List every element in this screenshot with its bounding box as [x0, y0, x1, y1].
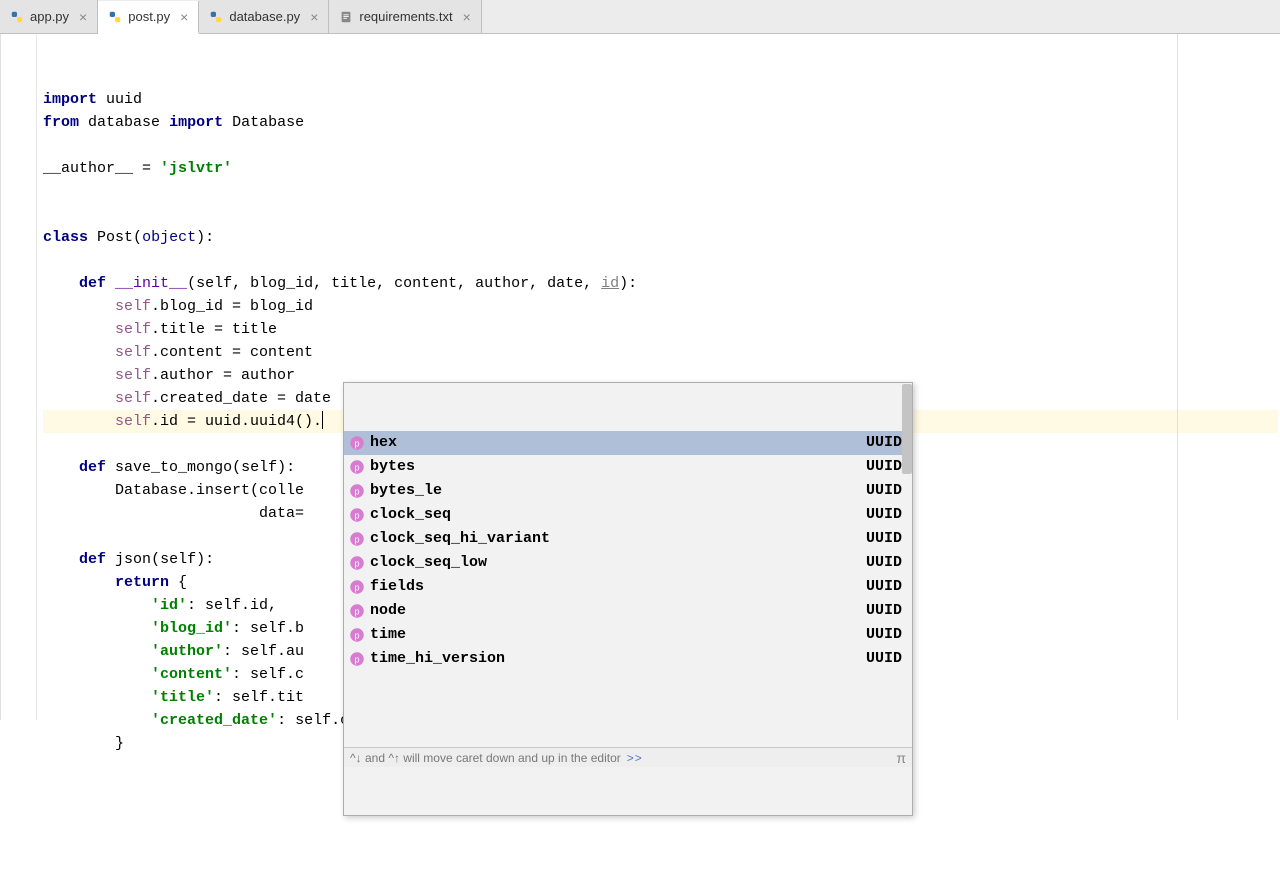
svg-text:p: p [354, 510, 359, 520]
svg-text:p: p [354, 438, 359, 448]
autocomplete-item-type: UUID [866, 599, 902, 623]
autocomplete-item-name: bytes [370, 455, 415, 479]
kw-from: from [43, 114, 79, 131]
autocomplete-item-name: time_low [370, 671, 442, 675]
close-icon[interactable]: × [180, 9, 188, 25]
hint-text: ^↓ and ^↑ will move caret down and up in… [350, 746, 621, 770]
autocomplete-item-type: UUID [866, 431, 902, 455]
autocomplete-item-type: UUID [866, 551, 902, 575]
property-icon: p [348, 482, 366, 500]
autocomplete-item[interactable]: p time_low UUID [344, 671, 912, 675]
cls-database: Database [232, 114, 304, 131]
builtin-object: object [142, 229, 196, 246]
property-icon: p [348, 626, 366, 644]
property-icon: p [348, 506, 366, 524]
autocomplete-item-name: clock_seq_low [370, 551, 487, 575]
python-file-icon [209, 10, 223, 24]
text-file-icon [339, 10, 353, 24]
tab-database-py[interactable]: database.py × [199, 0, 329, 33]
autocomplete-item-name: clock_seq [370, 503, 451, 527]
property-icon: p [348, 578, 366, 596]
property-icon: p [348, 650, 366, 668]
autocomplete-item-name: time [370, 623, 406, 647]
autocomplete-item-type: UUID [866, 479, 902, 503]
autocomplete-item[interactable]: p time UUID [344, 623, 912, 647]
code-editor[interactable]: import uuid from database import Databas… [37, 34, 1280, 720]
autocomplete-item[interactable]: p time_hi_version UUID [344, 647, 912, 671]
autocomplete-scrollbar[interactable] [902, 384, 912, 474]
tab-label: app.py [30, 9, 69, 24]
tab-label: requirements.txt [359, 9, 452, 24]
mod-database: database [88, 114, 160, 131]
autocomplete-item[interactable]: p bytes_le UUID [344, 479, 912, 503]
tab-label: post.py [128, 9, 170, 24]
svg-text:p: p [354, 534, 359, 544]
autocomplete-item-type: UUID [866, 575, 902, 599]
autocomplete-item-name: node [370, 599, 406, 623]
svg-text:p: p [354, 630, 359, 640]
autocomplete-item-type: UUID [866, 527, 902, 551]
close-icon[interactable]: × [463, 9, 471, 25]
kw-def: def [79, 275, 106, 292]
autocomplete-item-name: bytes_le [370, 479, 442, 503]
property-icon: p [348, 434, 366, 452]
tab-requirements-txt[interactable]: requirements.txt × [329, 0, 481, 33]
svg-text:p: p [354, 582, 359, 592]
autocomplete-item-type: UUID [866, 623, 902, 647]
svg-text:p: p [354, 558, 359, 568]
kw-class: class [43, 229, 88, 246]
right-margin-guide [1177, 34, 1178, 720]
autocomplete-item[interactable]: p hex UUID [344, 431, 912, 455]
property-icon: p [348, 530, 366, 548]
autocomplete-item-type: UUID [866, 671, 902, 675]
tab-post-py[interactable]: post.py × [98, 1, 199, 34]
property-icon: p [348, 674, 366, 675]
autocomplete-item[interactable]: p clock_seq_hi_variant UUID [344, 527, 912, 551]
autocomplete-item[interactable]: p fields UUID [344, 575, 912, 599]
hint-more-link[interactable]: >> [627, 746, 643, 770]
tab-app-py[interactable]: app.py × [0, 0, 98, 33]
svg-text:p: p [354, 486, 359, 496]
python-file-icon [10, 10, 24, 24]
pi-icon[interactable]: π [896, 746, 906, 770]
str-author: 'jslvtr' [160, 160, 232, 177]
autocomplete-item-name: fields [370, 575, 424, 599]
autocomplete-popup: p hex UUID p bytes UUID p bytes_le UUID p clock_se… [343, 382, 913, 816]
autocomplete-hint: ^↓ and ^↑ will move caret down and up in… [344, 747, 912, 767]
close-icon[interactable]: × [79, 9, 87, 25]
svg-text:p: p [354, 606, 359, 616]
svg-text:p: p [354, 462, 359, 472]
autocomplete-item-type: UUID [866, 455, 902, 479]
autocomplete-item-name: time_hi_version [370, 647, 505, 671]
autocomplete-list[interactable]: p hex UUID p bytes UUID p bytes_le UUID p clock_se… [344, 431, 912, 675]
editor-tab-bar: app.py × post.py × database.py × require… [0, 0, 1280, 34]
kw-import2: import [169, 114, 223, 131]
autocomplete-item-type: UUID [866, 647, 902, 671]
class-name: Post [97, 229, 133, 246]
autocomplete-item[interactable]: p clock_seq UUID [344, 503, 912, 527]
autocomplete-item-name: hex [370, 431, 397, 455]
fn-json: json [115, 551, 151, 568]
fn-save: save_to_mongo [115, 459, 232, 476]
kw-return: return [115, 574, 169, 591]
property-icon: p [348, 554, 366, 572]
property-icon: p [348, 458, 366, 476]
property-icon: p [348, 602, 366, 620]
python-file-icon [108, 10, 122, 24]
autocomplete-item-type: UUID [866, 503, 902, 527]
text-caret [322, 411, 323, 429]
autocomplete-item[interactable]: p clock_seq_low UUID [344, 551, 912, 575]
mod-uuid: uuid [106, 91, 142, 108]
var-author: __author__ [43, 160, 133, 177]
autocomplete-item[interactable]: p node UUID [344, 599, 912, 623]
tab-label: database.py [229, 9, 300, 24]
kw-import: import [43, 91, 97, 108]
fn-init: __init__ [115, 275, 187, 292]
param-id-shadow: id [601, 275, 619, 292]
autocomplete-item-name: clock_seq_hi_variant [370, 527, 550, 551]
svg-text:p: p [354, 654, 359, 664]
editor-gutter[interactable] [1, 34, 37, 720]
autocomplete-item[interactable]: p bytes UUID [344, 455, 912, 479]
close-icon[interactable]: × [310, 9, 318, 25]
